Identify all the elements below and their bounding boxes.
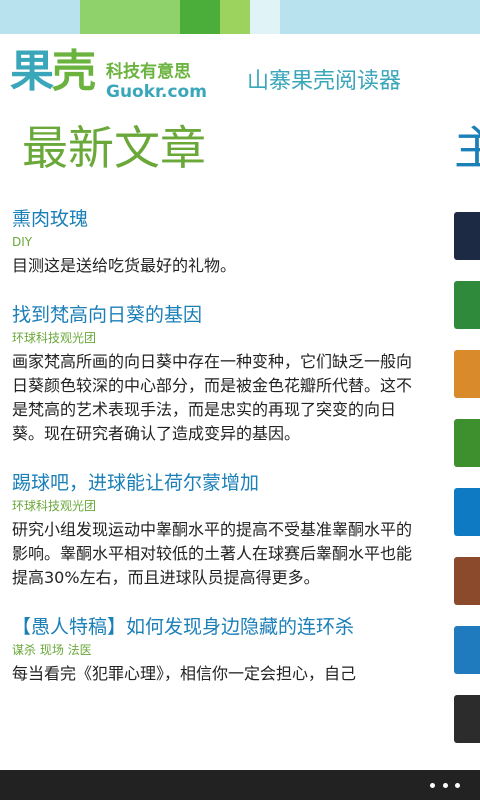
guokr-logo: 果壳 — [10, 46, 96, 97]
article-thumbnail[interactable] — [454, 488, 480, 536]
article-item[interactable]: 熏肉玫瑰 DIY 目测这是送给吃货最好的礼物。 — [12, 204, 426, 278]
logo-tagline: 科技有意思 — [106, 62, 191, 82]
logo-char-2: 壳 — [52, 46, 96, 97]
status-bar — [0, 0, 480, 34]
logo-char-1: 果 — [10, 46, 54, 97]
article-thumbnail[interactable] — [454, 695, 480, 743]
article-item[interactable]: 踢球吧，进球能让荷尔蒙增加 环球科技观光团 研究小组发现运动中睾酮水平的提高不受… — [12, 468, 426, 590]
article-summary: 目测这是送给吃货最好的礼物。 — [12, 256, 237, 275]
section-title-latest[interactable]: 最新文章 — [22, 116, 206, 180]
app-header: 果壳 科技有意思 Guokr.com 山寨果壳阅读器 — [0, 34, 480, 110]
article-thumbnail[interactable] — [454, 419, 480, 467]
article-thumbnail[interactable] — [454, 281, 480, 329]
article-item[interactable]: 找到梵高向日葵的基因 环球科技观光团 画家梵高所画的向日葵中存在一种变种，它们缺… — [12, 300, 426, 446]
article-title[interactable]: 【愚人特稿】如何发现身边隐藏的连环杀 — [12, 612, 426, 642]
banner-stripe — [180, 0, 220, 34]
article-thumbnail[interactable] — [454, 626, 480, 674]
ellipsis-icon[interactable] — [430, 776, 460, 794]
article-thumbnail[interactable] — [454, 212, 480, 260]
banner-stripe — [220, 0, 250, 34]
article-thumbnail[interactable] — [454, 350, 480, 398]
application-bar — [0, 770, 480, 800]
logo-url: Guokr.com — [106, 82, 207, 102]
article-tag: 环球科技观光团 — [12, 331, 97, 345]
article-summary: 画家梵高所画的向日葵中存在一种变种，它们缺乏一般向日葵颜色较深的中心部分，而是被… — [12, 352, 413, 443]
thumbnail-strip — [454, 212, 480, 764]
article-tag: 谋杀 现场 法医 — [12, 643, 92, 657]
next-section-title[interactable]: 主 — [454, 116, 480, 180]
article-title[interactable]: 找到梵高向日葵的基因 — [12, 300, 426, 330]
article-summary: 研究小组发现运动中睾酮水平的提高不受基准睾酮水平的影响。睾酮水平相对较低的土著人… — [12, 520, 413, 587]
article-list[interactable]: 熏肉玫瑰 DIY 目测这是送给吃货最好的礼物。 找到梵高向日葵的基因 环球科技观… — [12, 204, 426, 770]
article-tag: DIY — [12, 235, 33, 249]
article-item[interactable]: 【愚人特稿】如何发现身边隐藏的连环杀 谋杀 现场 法医 每当看完《犯罪心理》，相… — [12, 612, 426, 686]
banner-stripe — [80, 0, 180, 34]
app-title: 山寨果壳阅读器 — [247, 69, 402, 94]
article-title[interactable]: 熏肉玫瑰 — [12, 204, 426, 234]
article-title[interactable]: 踢球吧，进球能让荷尔蒙增加 — [12, 468, 426, 498]
article-summary: 每当看完《犯罪心理》，相信你一定会担心，自己 — [12, 664, 357, 683]
article-tag: 环球科技观光团 — [12, 499, 97, 513]
banner-stripe — [250, 0, 280, 34]
article-thumbnail[interactable] — [454, 557, 480, 605]
